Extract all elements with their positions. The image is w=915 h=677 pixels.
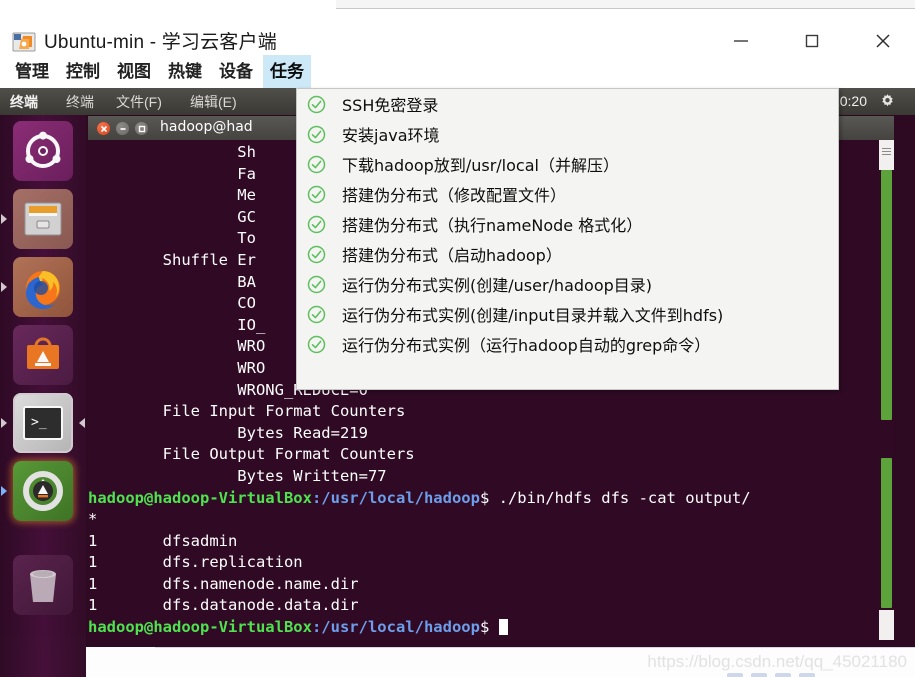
menubar-item-3[interactable]: 热键 <box>161 55 209 88</box>
check-circle-icon <box>307 245 326 264</box>
menubar-item-label: 控制 <box>66 62 100 81</box>
task-dropdown-menu[interactable]: SSH免密登录 安装java环境下载hadoop放到/usr/local（并解压）… <box>296 88 839 390</box>
task-menu-item-1[interactable]: 安装java环境 <box>297 119 838 149</box>
task-menu-item-4[interactable]: 搭建伪分布式（执行nameNode 格式化） <box>297 209 838 239</box>
software-updater-icon[interactable] <box>13 461 73 521</box>
check-circle-icon <box>307 125 326 144</box>
app-menubar: 管理 控制 视图 热键 设备 任务 <box>0 55 915 89</box>
task-menu-item-5[interactable]: 搭建伪分布式（启动hadoop） <box>297 239 838 269</box>
check-circle-icon <box>307 305 326 324</box>
scrollbar-grip-icon <box>882 148 891 157</box>
terminal-close-icon[interactable] <box>97 122 110 135</box>
window-titlebar: Ubuntu-min - 学习云客户端 <box>0 9 915 55</box>
menubar-item-label: 视图 <box>117 62 151 81</box>
scrollbar-thumb-upper[interactable] <box>881 170 892 420</box>
menubar-item-0[interactable]: 管理 <box>8 55 56 88</box>
task-menu-item-7[interactable]: 运行伪分布式实例(创建/input目录并载入文件到hdfs) <box>297 299 838 329</box>
host-window-top-strip <box>0 0 915 9</box>
screenshot-root: Ubuntu-min - 学习云客户端 管理 控制 视图 热键 设备 任务 终端 终端 文… <box>0 0 915 677</box>
bottom-divider <box>155 647 915 648</box>
check-circle-icon <box>307 185 326 204</box>
task-menu-item-label: 下载hadoop放到/usr/local（并解压） <box>342 156 619 175</box>
tray-item[interactable] <box>727 673 743 677</box>
scrollbar-thumb-lower[interactable] <box>881 458 892 608</box>
watermark-text: https://blog.csdn.net/qq_45021180 <box>647 652 907 671</box>
menubar-item-label: 热键 <box>168 62 202 81</box>
task-menu-item-6[interactable]: 运行伪分布式实例(创建/user/hadoop目录) <box>297 269 838 299</box>
check-circle-icon <box>307 275 326 294</box>
launcher-pip-firefox <box>1 282 7 292</box>
terminal-line-13: Bytes Read=219 <box>88 423 368 442</box>
launcher-pip-updater <box>1 486 7 496</box>
terminal-line-15: Bytes Written=77 <box>88 466 387 485</box>
tray-item[interactable] <box>799 673 815 677</box>
task-menu-item-8[interactable]: 运行伪分布式实例（运行hadoop自动的grep命令） <box>297 329 838 359</box>
task-menu-item-2[interactable]: 下载hadoop放到/usr/local（并解压） <box>297 149 838 179</box>
task-menu-item-label: 运行伪分布式实例(创建/user/hadoop目录) <box>342 276 653 295</box>
task-menu-item-label: 搭建伪分布式（启动hadoop） <box>342 246 562 265</box>
task-menu-item-3[interactable]: 搭建伪分布式（修改配置文件） <box>297 179 838 209</box>
menubar-item-label: 管理 <box>15 62 49 81</box>
menubar-item-label: 任务 <box>270 62 304 81</box>
software-center-icon[interactable] <box>13 325 73 385</box>
terminal-prompt-line: hadoop@hadoop-VirtualBox:/usr/local/hado… <box>88 617 894 639</box>
check-circle-icon <box>307 95 326 114</box>
tray-item[interactable] <box>751 673 767 677</box>
unity-menu-file[interactable]: 文件(F) <box>116 92 162 112</box>
launcher-pip-files <box>1 214 7 224</box>
terminal-command-wrap: * <box>88 510 98 529</box>
task-menu-item-label: 搭建伪分布式（修改配置文件） <box>342 186 567 205</box>
terminal-output-row-2: 1 dfs.namenode.name.dir <box>88 574 359 593</box>
firefox-icon[interactable] <box>13 257 73 317</box>
terminal-output-row-3: 1 dfs.datanode.data.dir <box>88 596 359 615</box>
files-icon[interactable] <box>13 189 73 249</box>
menubar-item-5[interactable]: 任务 <box>263 55 311 88</box>
task-menu-item-label: 运行伪分布式实例（运行hadoop自动的grep命令） <box>342 336 711 355</box>
check-circle-icon <box>307 215 326 234</box>
terminal-line-12: File Input Format Counters <box>88 402 406 421</box>
terminal-scrollbar[interactable] <box>879 140 894 640</box>
task-menu-item-label: SSH免密登录 <box>342 96 439 115</box>
task-menu-item-label: 运行伪分布式实例(创建/input目录并载入文件到hdfs) <box>342 306 724 325</box>
task-menu-item-0[interactable]: SSH免密登录 <box>297 89 838 119</box>
terminal-output-row-0: 1 dfsadmin <box>88 531 238 550</box>
terminal-line-14: File Output Format Counters <box>88 445 415 464</box>
terminal-minimize-icon[interactable] <box>116 122 129 135</box>
check-circle-icon <box>307 335 326 354</box>
task-menu-item-label: 安装java环境 <box>342 126 440 145</box>
menubar-item-4[interactable]: 设备 <box>212 55 260 88</box>
unity-launcher: >_ <box>0 115 86 647</box>
menubar-item-1[interactable]: 控制 <box>59 55 107 88</box>
gear-icon[interactable] <box>878 92 897 111</box>
launcher-pip-terminal-left <box>1 418 7 428</box>
scrollbar-trough[interactable] <box>879 170 894 610</box>
check-circle-icon <box>307 155 326 174</box>
vm-window-icon <box>12 30 36 54</box>
launcher-bottom-strip <box>0 647 86 677</box>
unity-menu-terminal[interactable]: 终端 <box>66 92 94 112</box>
svg-text:>_: >_ <box>31 415 47 430</box>
taskbar-tray <box>727 673 815 677</box>
host-bottom-bar: https://blog.csdn.net/qq_45021180 <box>0 647 915 677</box>
task-menu-item-label: 搭建伪分布式（执行nameNode 格式化） <box>342 216 643 235</box>
terminal-output-row-1: 1 dfs.replication <box>88 553 303 572</box>
unity-panel-app-name: 终端 <box>10 94 38 110</box>
terminal-cursor <box>498 619 508 636</box>
terminal-command-line: hadoop@hadoop-VirtualBox:/usr/local/hado… <box>88 488 751 507</box>
terminal-title-text: hadoop@had <box>160 119 253 135</box>
trash-icon[interactable] <box>13 555 73 615</box>
menubar-item-label: 设备 <box>219 62 253 81</box>
menubar-item-2[interactable]: 视图 <box>110 55 158 88</box>
ubuntu-dash-icon[interactable] <box>13 121 73 181</box>
page-title: Ubuntu-min - 学习云客户端 <box>44 32 277 53</box>
tray-item[interactable] <box>775 673 791 677</box>
launcher-pip-terminal-right <box>79 418 85 428</box>
unity-menu-edit[interactable]: 编辑(E) <box>190 92 237 112</box>
terminal-maximize-icon[interactable] <box>135 122 148 135</box>
terminal-icon[interactable]: >_ <box>13 393 73 453</box>
